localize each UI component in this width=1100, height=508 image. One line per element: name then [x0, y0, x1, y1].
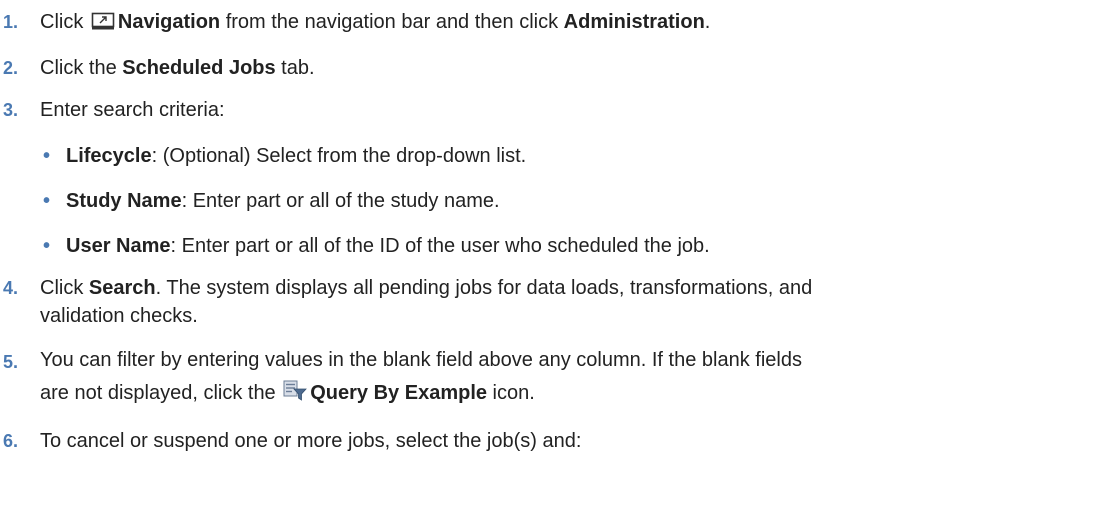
step-number: 1. — [3, 12, 19, 32]
step-text: Click — [40, 11, 89, 33]
step-text: are not displayed, click the — [40, 382, 282, 404]
step-text: Click the — [40, 57, 123, 79]
navigation-label: Navigation — [117, 11, 221, 33]
step-text: . The system displays all pending jobs f… — [155, 277, 813, 299]
step-text: To cancel or suspend one or more jobs, s… — [40, 430, 582, 452]
step-line: validation checks. — [40, 305, 198, 327]
step-line: Click Search. The system displays all pe… — [40, 274, 1100, 302]
step-text: tab. — [275, 57, 315, 79]
step-6: 6. To cancel or suspend one or more jobs… — [0, 427, 1100, 455]
list-item: • User Name: Enter part or all of the ID… — [0, 232, 1100, 260]
step-number: 3. — [3, 100, 19, 120]
search-label: Search — [88, 277, 156, 299]
step-line: You can filter by entering values in the… — [40, 349, 802, 371]
step-text: Enter search criteria: — [40, 99, 225, 121]
step-5: 5. You can filter by entering values in … — [0, 344, 1100, 413]
administration-label: Administration — [563, 11, 705, 33]
scheduled-jobs-label: Scheduled Jobs — [122, 57, 276, 79]
list-item: • Lifecycle: (Optional) Select from the … — [0, 142, 1100, 170]
bullet-text: : Enter part or all of the study name. — [181, 190, 500, 212]
study-name-label: Study Name — [66, 190, 182, 212]
step-text: Click — [40, 277, 89, 299]
step-number: 6. — [3, 431, 19, 451]
bullet-text: : Enter part or all of the ID of the use… — [170, 235, 710, 257]
step-number: 2. — [3, 58, 19, 78]
step-line: are not displayed, click the Query By Ex… — [40, 377, 1100, 413]
step-3: 3. Enter search criteria: — [0, 96, 1100, 124]
navigation-icon — [91, 11, 115, 39]
search-criteria-list: • Lifecycle: (Optional) Select from the … — [0, 142, 1100, 260]
bullet-icon: • — [43, 190, 51, 212]
bullet-text: : (Optional) Select from the drop-down l… — [151, 145, 527, 167]
bullet-icon: • — [43, 235, 51, 257]
step-2: 2. Click the Scheduled Jobs tab. — [0, 54, 1100, 82]
user-name-label: User Name — [66, 235, 171, 257]
step-text: icon. — [487, 382, 535, 404]
query-by-example-icon — [283, 380, 308, 413]
step-number: 4. — [3, 278, 19, 298]
list-item: • Study Name: Enter part or all of the s… — [0, 187, 1100, 215]
instruction-document: 1. Click Navigation from the navigation … — [0, 8, 1100, 455]
lifecycle-label: Lifecycle — [66, 145, 152, 167]
step-4: 4. Click Search. The system displays all… — [0, 274, 1100, 330]
step-text: . — [704, 11, 711, 33]
bullet-icon: • — [43, 145, 51, 167]
query-by-example-label: Query By Example — [310, 382, 487, 404]
step-text: from the navigation bar and then click — [220, 11, 564, 33]
step-number: 5. — [3, 352, 19, 372]
step-1: 1. Click Navigation from the navigation … — [0, 8, 1100, 39]
